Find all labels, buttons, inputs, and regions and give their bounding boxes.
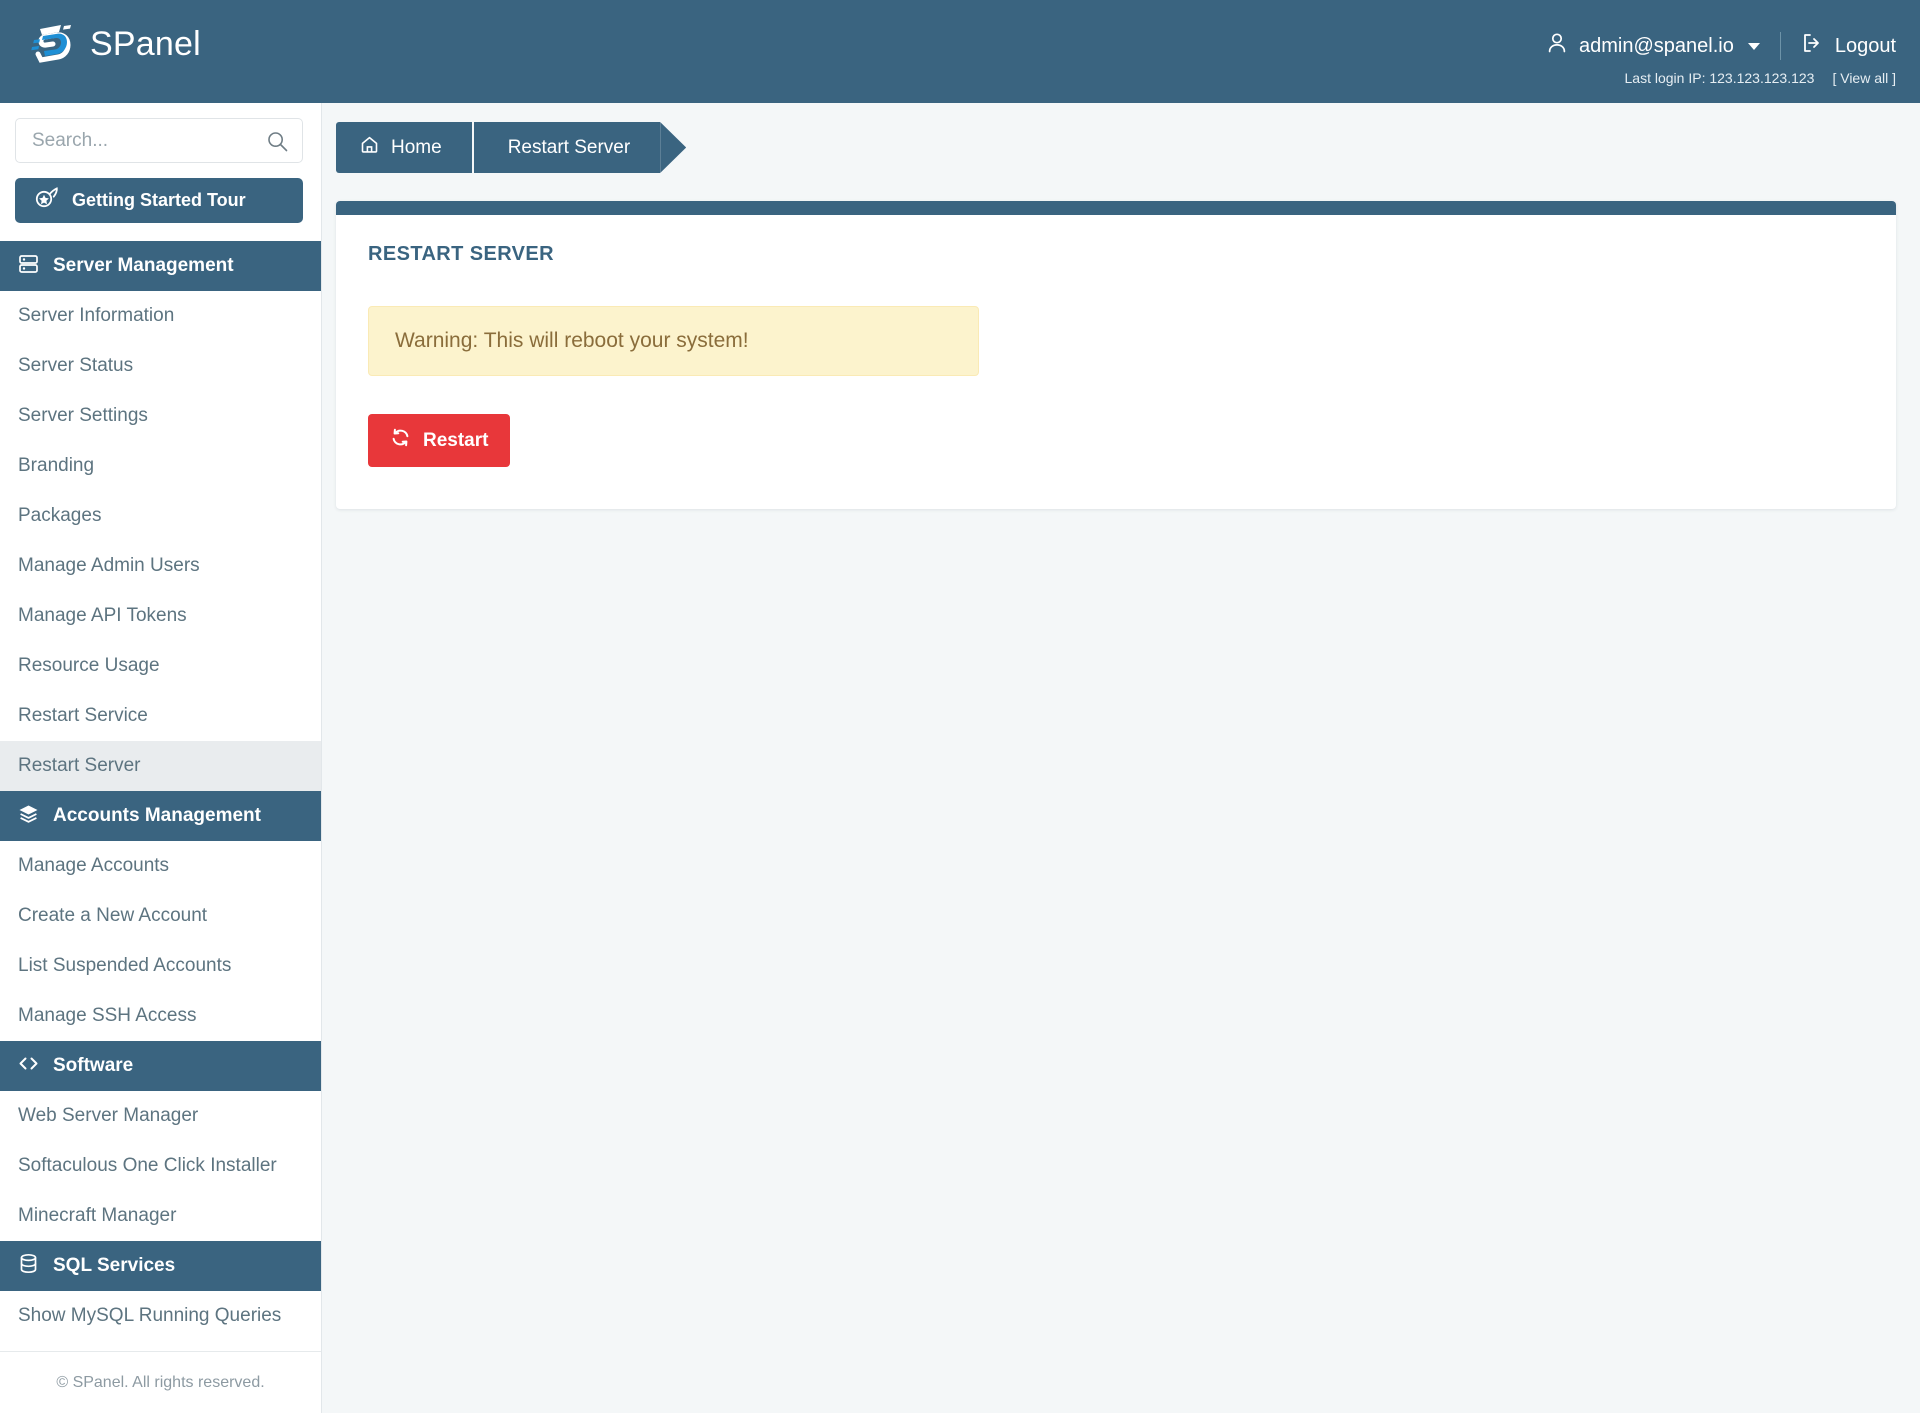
page-title: RESTART SERVER — [368, 243, 555, 265]
chevron-down-icon — [1747, 42, 1760, 50]
warning-alert: Warning: This will reboot your system! — [368, 306, 979, 376]
sidebar-item-label: List Suspended Accounts — [18, 955, 232, 976]
sidebar-item-label: Manage SSH Access — [18, 1005, 197, 1026]
restart-server-card: RESTART SERVER Warning: This will reboot… — [336, 201, 1896, 509]
refresh-icon — [390, 427, 411, 454]
sidebar-item-manage-admin-users[interactable]: Manage Admin Users — [0, 541, 321, 591]
sidebar-item-server-settings[interactable]: Server Settings — [0, 391, 321, 441]
header-right-cluster: admin@spanel.io Logout Last login IP: 12… — [1547, 0, 1920, 86]
sidebar-section-software[interactable]: Software — [0, 1041, 321, 1091]
user-email-label: admin@spanel.io — [1578, 34, 1734, 57]
sidebar-item-label: Branding — [18, 455, 95, 476]
layers-icon — [18, 803, 39, 830]
sidebar-item-label: Restart Server — [18, 755, 141, 776]
server-icon — [18, 253, 39, 280]
logout-button[interactable]: Logout — [1781, 32, 1896, 60]
sidebar-section-server-management[interactable]: Server Management — [0, 241, 321, 291]
user-menu-button[interactable]: admin@spanel.io — [1547, 32, 1781, 60]
sidebar-section-sql-services[interactable]: SQL Services — [0, 1241, 321, 1291]
sidebar-item-softaculous-one-click-installer[interactable]: Softaculous One Click Installer — [0, 1141, 321, 1191]
sidebar-item-server-status[interactable]: Server Status — [0, 341, 321, 391]
breadcrumb-current-label: Restart Server — [507, 136, 631, 158]
sidebar-section-accounts-management[interactable]: Accounts Management — [0, 791, 321, 841]
sidebar-item-label: Resource Usage — [18, 655, 160, 676]
breadcrumb: Home Restart Server — [336, 122, 661, 173]
sidebar-item-label: Server Status — [18, 355, 134, 376]
database-icon — [18, 1253, 39, 1280]
sidebar-item-server-information[interactable]: Server Information — [0, 291, 321, 341]
sidebar-item-create-a-new-account[interactable]: Create a New Account — [0, 891, 321, 941]
code-icon — [18, 1053, 39, 1080]
user-icon — [1547, 32, 1567, 60]
sidebar-item-manage-accounts[interactable]: Manage Accounts — [0, 841, 321, 891]
sidebar-section-label: Software — [53, 1055, 134, 1076]
sidebar-item-minecraft-manager[interactable]: Minecraft Manager — [0, 1191, 321, 1241]
sidebar-item-manage-ssh-access[interactable]: Manage SSH Access — [0, 991, 321, 1041]
sidebar-item-manage-api-tokens[interactable]: Manage API Tokens — [0, 591, 321, 641]
home-icon — [360, 135, 379, 160]
sidebar-item-packages[interactable]: Packages — [0, 491, 321, 541]
sidebar-item-label: Web Server Manager — [18, 1105, 199, 1126]
sidebar-item-label: Server Information — [18, 305, 175, 326]
sidebar-nav: Server Management Server Information Ser… — [0, 241, 321, 1341]
sidebar-search-wrap — [0, 103, 321, 163]
main-content: Home Restart Server RESTART SERVER Warni… — [322, 103, 1920, 1413]
sidebar-item-restart-service[interactable]: Restart Service — [0, 691, 321, 741]
restart-button-label: Restart — [423, 429, 489, 451]
sidebar-item-label: Minecraft Manager — [18, 1205, 177, 1226]
sidebar-footer-copyright: © SPanel. All rights reserved. — [0, 1351, 321, 1413]
card-accent-bar — [336, 201, 1896, 215]
restart-button[interactable]: Restart — [368, 414, 511, 467]
sidebar-item-label: Manage Admin Users — [18, 555, 200, 576]
warning-alert-text: Warning: This will reboot your system! — [395, 329, 749, 352]
sidebar-item-label: Restart Service — [18, 705, 148, 726]
search-icon[interactable] — [267, 131, 288, 157]
rocket-icon — [33, 185, 59, 216]
sidebar-item-label: Packages — [18, 505, 102, 526]
sidebar-item-web-server-manager[interactable]: Web Server Manager — [0, 1091, 321, 1141]
tour-button-label: Getting Started Tour — [72, 190, 246, 210]
sidebar-item-label: Server Settings — [18, 405, 148, 426]
brand[interactable]: SPanel — [0, 0, 322, 68]
sidebar-item-label: Create a New Account — [18, 905, 208, 926]
last-login-ip-label: Last login IP: 123.123.123.123 — [1624, 70, 1815, 86]
sidebar-item-show-mysql-running-queries[interactable]: Show MySQL Running Queries — [0, 1291, 321, 1341]
sidebar-item-list-suspended-accounts[interactable]: List Suspended Accounts — [0, 941, 321, 991]
logout-label: Logout — [1834, 34, 1896, 57]
search-box[interactable] — [15, 118, 317, 163]
sidebar-item-resource-usage[interactable]: Resource Usage — [0, 641, 321, 691]
sidebar-section-label: Accounts Management — [53, 805, 261, 826]
sidebar-section-label: SQL Services — [53, 1255, 176, 1276]
top-header-bar: SPanel admin@spanel.io Logout Last login… — [0, 0, 1920, 103]
header-lastlogin-row: Last login IP: 123.123.123.123 [ View al… — [1625, 70, 1896, 86]
sidebar-item-label: Manage Accounts — [18, 855, 170, 876]
getting-started-tour-button[interactable]: Getting Started Tour — [15, 178, 303, 223]
view-all-logins-link[interactable]: [ View all ] — [1832, 70, 1896, 86]
spanel-logo-icon — [28, 20, 76, 68]
logout-icon — [1801, 32, 1823, 60]
breadcrumb-home-label: Home — [391, 136, 442, 158]
brand-name: SPanel — [90, 25, 201, 63]
header-account-row: admin@spanel.io Logout — [1547, 32, 1896, 60]
sidebar: Getting Started Tour Server Management S… — [0, 103, 322, 1413]
sidebar-item-label: Softaculous One Click Installer — [18, 1155, 277, 1176]
sidebar-section-label: Server Management — [53, 255, 234, 276]
breadcrumb-item-home[interactable]: Home — [336, 122, 472, 173]
breadcrumb-item-current: Restart Server — [471, 122, 661, 173]
card-body: RESTART SERVER Warning: This will reboot… — [336, 215, 1896, 509]
sidebar-item-branding[interactable]: Branding — [0, 441, 321, 491]
sidebar-item-label: Manage API Tokens — [18, 605, 187, 626]
sidebar-item-label: Show MySQL Running Queries — [18, 1305, 282, 1326]
sidebar-item-restart-server[interactable]: Restart Server — [0, 741, 321, 791]
